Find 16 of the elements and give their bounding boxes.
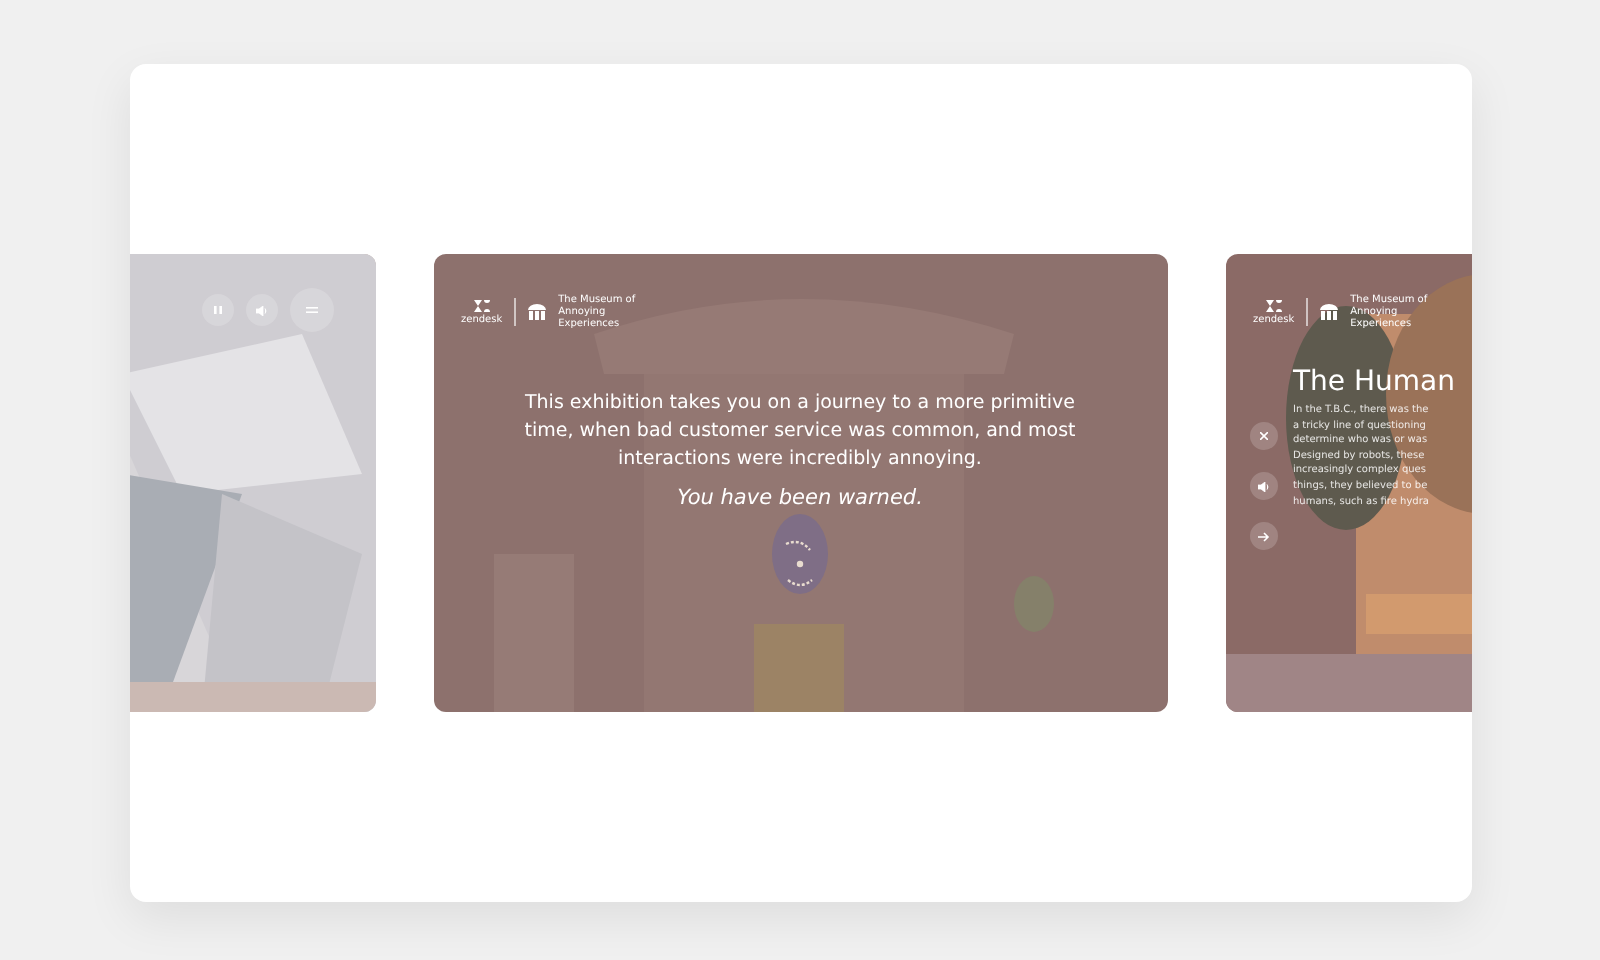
menu-icon (305, 306, 317, 314)
next-button[interactable] (1249, 522, 1277, 550)
arrow-icon (1257, 531, 1269, 541)
exhibit-heading: The Human (1293, 366, 1455, 398)
close-icon (1259, 432, 1267, 440)
logo-icon (473, 299, 490, 311)
pause-icon (213, 306, 221, 314)
speaker-icon (1257, 481, 1269, 491)
logo-icon (1265, 299, 1282, 311)
sound-button[interactable] (1249, 472, 1277, 500)
speaker-icon (255, 305, 267, 315)
intro-text: This exhibition takes you on a journey to a more primitive time, when bad customer service was common, and most interactions were incredibly annoying. (522, 390, 1078, 474)
close-button[interactable] (1249, 422, 1277, 450)
warning-text: You have been warned. (677, 486, 923, 510)
museum-icon (1320, 304, 1339, 320)
museum-icon (528, 304, 547, 320)
